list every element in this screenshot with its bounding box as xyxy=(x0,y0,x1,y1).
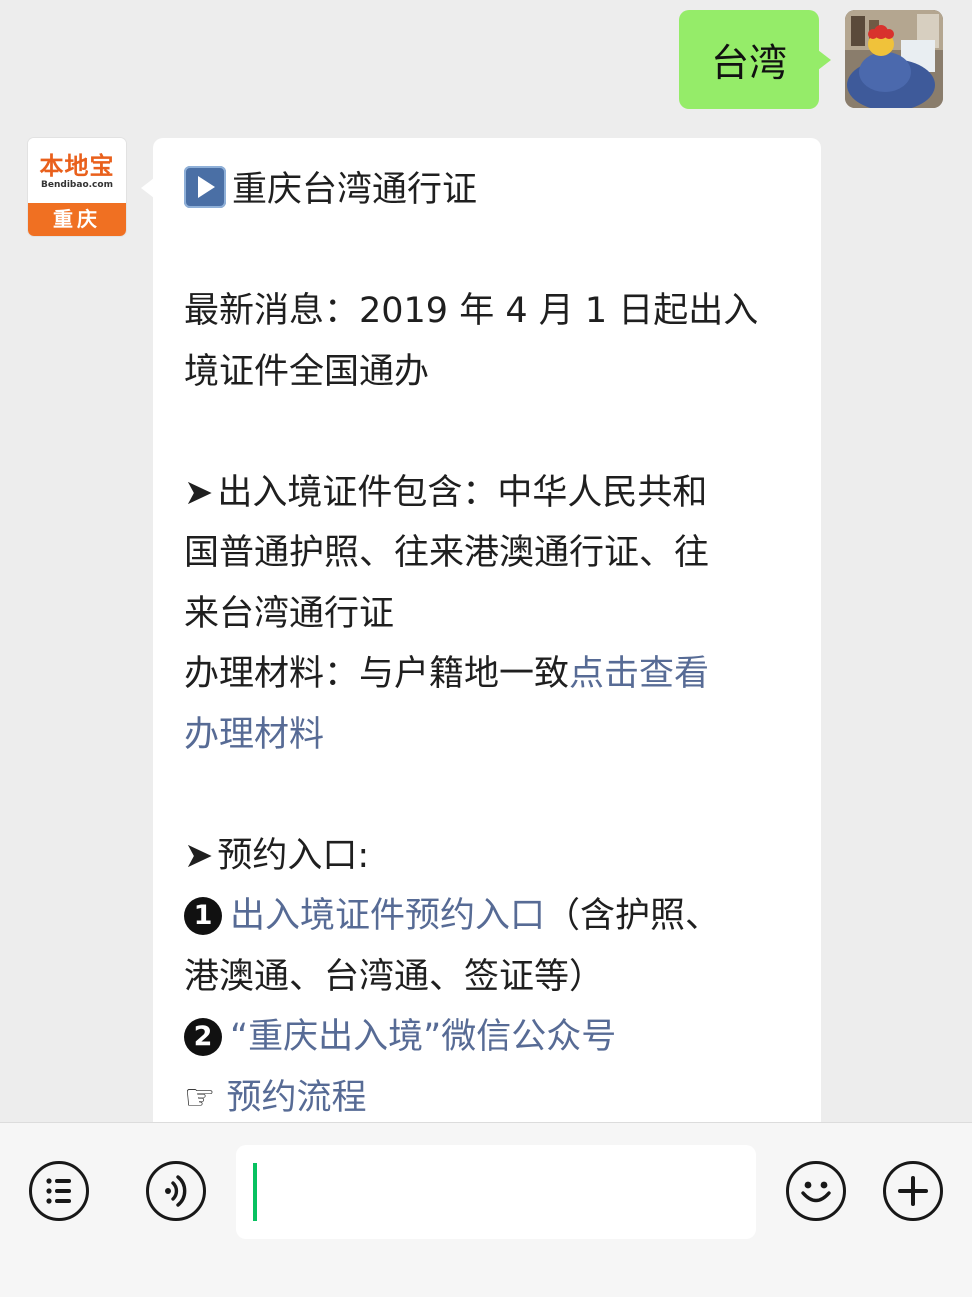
bottom-safe-area xyxy=(0,1257,972,1297)
materials-line-1: 办理材料：与户籍地一致点击查看 xyxy=(184,644,800,705)
number-1-icon: 1 xyxy=(184,897,222,935)
input-bar xyxy=(0,1122,972,1297)
bot-avatar[interactable]: 本地宝 Bendibao.com 重庆 xyxy=(28,138,126,236)
incoming-message-bubble[interactable]: 重庆台湾通行证 最新消息：2019 年 4 月 1 日起出入 境证件全国通办 ➤… xyxy=(141,138,821,1122)
docs-line-3: 来台湾通行证 xyxy=(184,593,395,634)
booking-heading: 预约入口: xyxy=(217,835,370,876)
booking-item-1-suffix: （含护照、 xyxy=(545,896,721,936)
docs-text-1: 出入境证件包含：中华人民共和 xyxy=(217,472,708,513)
play-button-icon xyxy=(184,166,226,208)
more-button[interactable] xyxy=(883,1161,943,1221)
menu-list-icon xyxy=(46,1178,71,1204)
emoji-icon xyxy=(801,1181,831,1203)
number-2-icon: 2 xyxy=(184,1018,222,1056)
booking-item-2: 2 “重庆出入境”微信公众号 xyxy=(184,1007,800,1068)
materials-line-2: 办理材料 xyxy=(184,705,800,766)
pointing-hand-icon: ☞ xyxy=(184,1077,216,1118)
text-caret xyxy=(253,1163,257,1221)
booking-heading-line: ➤ 预约入口: xyxy=(184,826,800,887)
user-avatar[interactable] xyxy=(845,10,943,108)
quote-open: “ xyxy=(230,1017,249,1057)
message-content: 重庆台湾通行证 最新消息：2019 年 4 月 1 日起出入 境证件全国通办 ➤… xyxy=(184,160,800,1122)
menu-button[interactable] xyxy=(29,1161,89,1221)
message-title: 重庆台湾通行证 xyxy=(232,170,478,210)
plus-icon xyxy=(898,1176,928,1206)
process-line: ☞ 预约流程 xyxy=(184,1068,800,1123)
booking-item-1: 1 出入境证件预约入口（含护照、 xyxy=(184,886,800,947)
voice-button[interactable] xyxy=(146,1161,206,1221)
voice-icon xyxy=(165,1175,187,1207)
chongqing-exit-entry-link[interactable]: 重庆出入境 xyxy=(248,1017,423,1057)
chat-area[interactable]: 台湾 本地宝 Bendibao.com 重庆 重庆台湾通行证 最新消息：2019… xyxy=(0,0,972,1122)
emoji-button[interactable] xyxy=(786,1161,846,1221)
view-materials-link-part2[interactable]: 办理材料 xyxy=(184,715,324,755)
message-input[interactable] xyxy=(236,1145,756,1239)
view-materials-link-part1[interactable]: 点击查看 xyxy=(569,654,709,694)
outgoing-message-bubble[interactable]: 台湾 xyxy=(679,10,831,109)
logo-subtext: Bendibao.com xyxy=(41,180,113,190)
arrow-right-icon: ➤ xyxy=(184,472,214,513)
wechat-account-link[interactable]: 微信公众号 xyxy=(441,1017,616,1057)
message-title-line: 重庆台湾通行证 xyxy=(184,160,800,221)
materials-text: 办理材料：与户籍地一致 xyxy=(184,654,570,694)
quote-close: ” xyxy=(423,1017,442,1057)
news-line-1: 最新消息：2019 年 4 月 1 日起出入 xyxy=(184,291,759,331)
bendibao-logo: 本地宝 Bendibao.com xyxy=(28,138,126,203)
booking-process-link[interactable]: 预约流程 xyxy=(227,1078,367,1118)
outgoing-message-text: 台湾 xyxy=(710,41,787,85)
logo-text: 本地宝 xyxy=(39,151,115,180)
exit-entry-booking-link[interactable]: 出入境证件预约入口 xyxy=(230,896,545,936)
user-avatar-image xyxy=(845,10,943,108)
booking-item-1-line-2: 港澳通、台湾通、签证等） xyxy=(184,956,605,997)
news-line-2: 境证件全国通办 xyxy=(184,351,430,392)
arrow-right-icon: ➤ xyxy=(184,835,214,876)
logo-city: 重庆 xyxy=(28,203,126,236)
docs-line-2: 国普通护照、往来港澳通行证、往 xyxy=(184,533,710,573)
docs-line-1: ➤ 出入境证件包含：中华人民共和 xyxy=(184,463,800,524)
